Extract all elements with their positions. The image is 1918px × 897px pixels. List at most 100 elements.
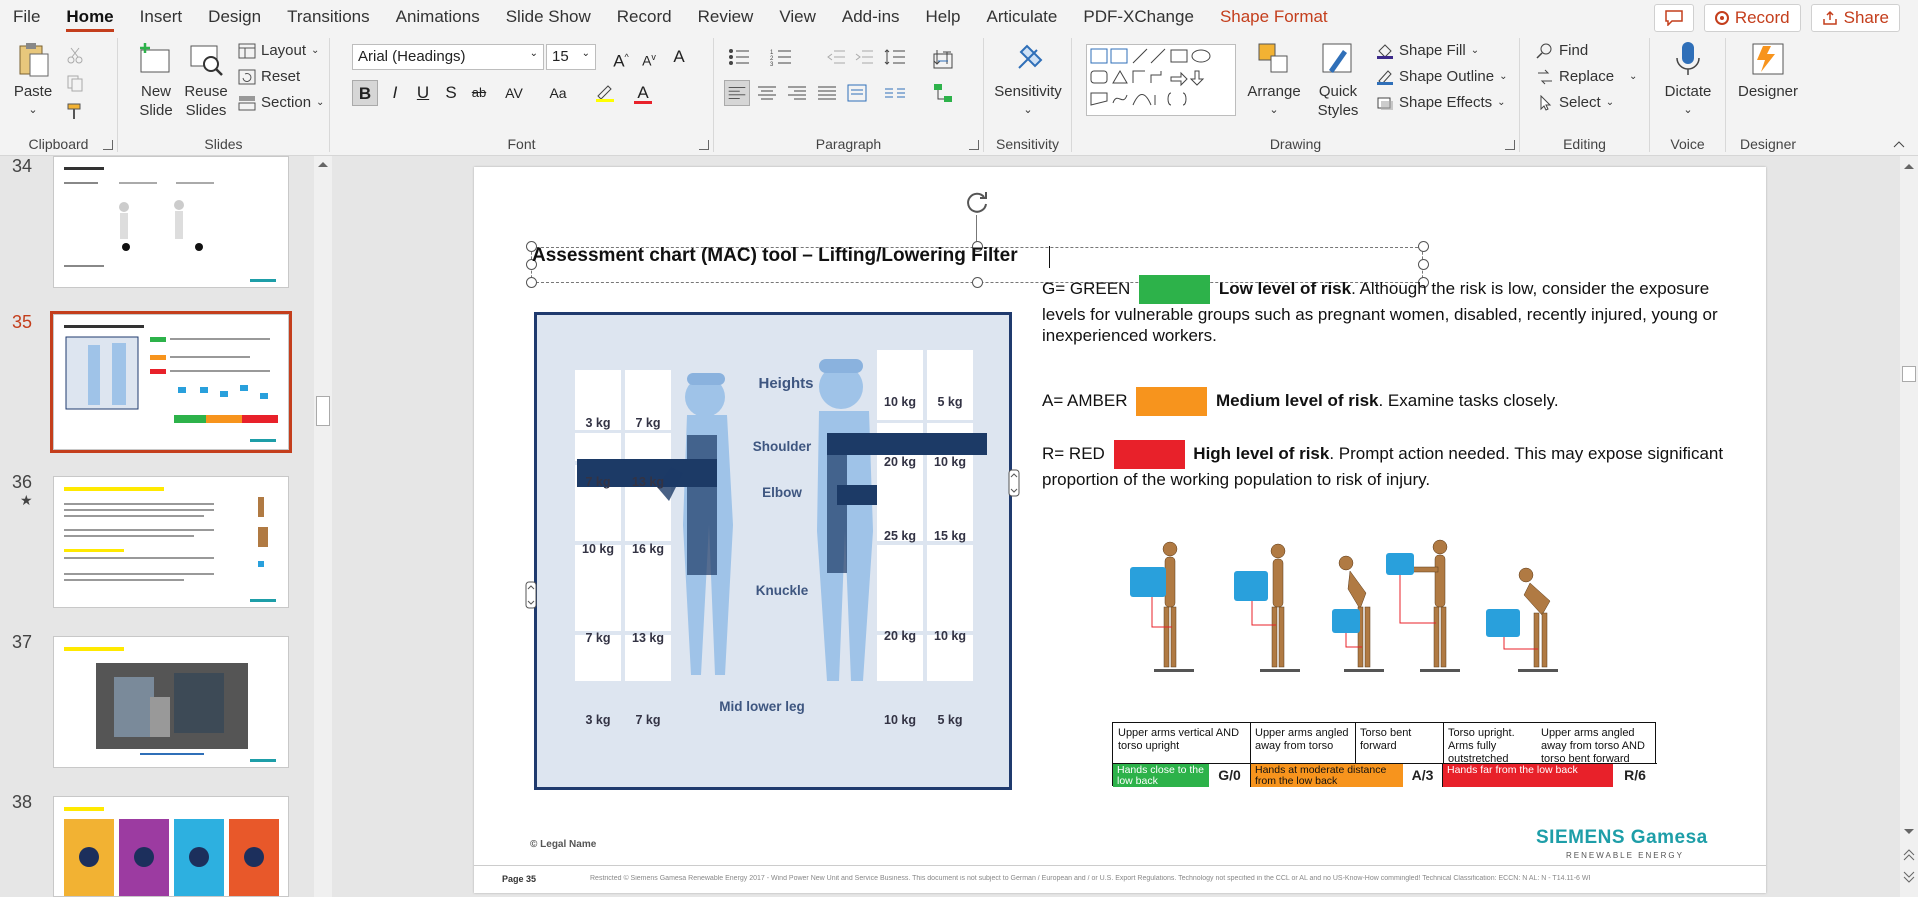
shape-fill-button[interactable]: Shape Fill ⌄ (1376, 42, 1479, 59)
numbering-icon[interactable]: 123 (770, 48, 792, 66)
slide-thumbnail-34[interactable] (53, 156, 289, 288)
columns-icon[interactable] (882, 80, 908, 106)
menu-file[interactable]: File (0, 0, 53, 34)
record-button[interactable]: Record (1703, 4, 1801, 32)
menu-slide-show[interactable]: Slide Show (493, 0, 604, 34)
next-slide-icon[interactable] (1903, 870, 1915, 884)
menu-help[interactable]: Help (913, 0, 974, 34)
align-text-icon[interactable] (932, 50, 954, 72)
share-button[interactable]: Share (1810, 4, 1900, 32)
slide-thumbnail-37[interactable] (53, 636, 289, 768)
bold-button[interactable]: B (352, 80, 378, 106)
shadow-button[interactable]: S (438, 80, 464, 106)
menu-insert[interactable]: Insert (127, 0, 196, 34)
copy-icon[interactable] (66, 74, 84, 92)
change-case-button[interactable]: Aa (540, 80, 576, 106)
menu-transitions[interactable]: Transitions (274, 0, 383, 34)
italic-button[interactable]: I (382, 80, 408, 106)
increase-font-size-button[interactable]: A^ (608, 44, 634, 71)
rotate-handle-icon[interactable] (964, 189, 990, 215)
align-left-icon[interactable] (724, 80, 750, 106)
font-launcher[interactable] (699, 140, 709, 150)
editor-vertical-scrollbar[interactable] (1900, 156, 1918, 897)
section-button[interactable]: Section ⌄ (238, 94, 324, 111)
scroll-down-icon[interactable] (1903, 828, 1915, 836)
editor-scroll-thumb[interactable] (1902, 366, 1916, 382)
layout-button[interactable]: Layout ⌄ (238, 42, 319, 59)
drawing-launcher[interactable] (1505, 140, 1515, 150)
previous-slide-icon[interactable] (1903, 848, 1915, 862)
comments-button[interactable] (1653, 4, 1694, 32)
shape-effects-button[interactable]: Shape Effects ⌄ (1376, 94, 1506, 111)
decrease-font-size-button[interactable]: Av (636, 44, 662, 70)
resize-handle[interactable] (972, 277, 983, 288)
justify-icon[interactable] (814, 80, 840, 106)
clear-formatting-icon[interactable]: A (666, 44, 692, 70)
arrange-button[interactable]: Arrange ⌄ (1244, 40, 1304, 120)
slide-thumbnail-36[interactable] (53, 476, 289, 608)
align-center-icon[interactable] (754, 80, 780, 106)
slide-title[interactable]: Assessment chart (MAC) tool – Lifting/Lo… (532, 245, 1018, 267)
menu-add-ins[interactable]: Add-ins (829, 0, 913, 34)
decrease-indent-icon[interactable] (826, 48, 846, 66)
menu-home[interactable]: Home (53, 0, 126, 34)
distributed-icon[interactable] (844, 80, 870, 106)
new-slide-button[interactable]: New Slide (130, 40, 182, 120)
menu-review[interactable]: Review (685, 0, 767, 34)
resize-handle[interactable] (1418, 259, 1429, 270)
underline-button[interactable]: U (410, 80, 436, 106)
resize-handle[interactable] (526, 277, 537, 288)
scroll-up-icon[interactable] (317, 160, 329, 168)
format-painter-icon[interactable] (66, 102, 84, 120)
clipboard-launcher[interactable] (103, 140, 113, 150)
slide-thumbnail-38[interactable] (53, 796, 289, 897)
line-spacing-icon[interactable] (884, 48, 906, 66)
paragraph-launcher[interactable] (969, 140, 979, 150)
font-size-combo[interactable]: 15 ⌄ (546, 44, 596, 70)
legend-amber[interactable]: A= AMBER Medium level of risk. Examine t… (1042, 387, 1742, 416)
designer-button[interactable]: Designer (1730, 40, 1806, 101)
smartart-icon[interactable] (932, 82, 954, 104)
increase-indent-icon[interactable] (854, 48, 874, 66)
posture-table[interactable]: Upper arms vertical AND torso upright Up… (1112, 722, 1657, 787)
paste-button[interactable]: Paste ⌄ (8, 40, 58, 120)
highlight-icon[interactable] (592, 80, 618, 106)
reset-button[interactable]: Reset (238, 68, 300, 85)
character-spacing-button[interactable]: AV (496, 80, 532, 106)
scroll-up-icon[interactable] (1903, 162, 1915, 170)
slide-thumbnail-35[interactable] (50, 311, 292, 453)
replace-button[interactable]: Replace ⌄ (1536, 68, 1637, 85)
shapes-gallery[interactable] (1086, 44, 1236, 116)
cut-icon[interactable] (66, 46, 84, 64)
thumbnail-scroll-thumb[interactable] (316, 396, 330, 426)
diagram-resize-handle[interactable] (1008, 469, 1020, 497)
strikethrough-button[interactable]: ab (466, 80, 492, 106)
font-name-combo[interactable]: Arial (Headings) ⌄ (352, 44, 544, 70)
dictate-button[interactable]: Dictate ⌄ (1654, 40, 1722, 120)
thumbnail-scrollbar[interactable] (314, 156, 332, 897)
menu-pdf-xchange[interactable]: PDF-XChange (1070, 0, 1207, 34)
menu-articulate[interactable]: Articulate (974, 0, 1071, 34)
diagram-resize-handle[interactable] (525, 581, 537, 609)
quick-styles-button[interactable]: Quick Styles (1308, 40, 1368, 120)
reuse-slides-button[interactable]: Reuse Slides (180, 40, 232, 120)
menu-animations[interactable]: Animations (383, 0, 493, 34)
slide-canvas[interactable]: Assessment chart (MAC) tool – Lifting/Lo… (474, 167, 1766, 893)
mac-heights-diagram[interactable]: Heights Shoulder Elbow Knuckle Mid lower… (534, 312, 1012, 790)
resize-handle[interactable] (1418, 241, 1429, 252)
posture-figures[interactable] (1114, 537, 1574, 687)
menu-shape-format[interactable]: Shape Format (1207, 0, 1341, 34)
menu-design[interactable]: Design (195, 0, 274, 34)
legend-green[interactable]: G= GREEN Low level of risk. Although the… (1042, 275, 1742, 346)
shape-outline-button[interactable]: Shape Outline ⌄ (1376, 68, 1507, 85)
align-right-icon[interactable] (784, 80, 810, 106)
find-button[interactable]: Find (1536, 42, 1588, 59)
font-color-button[interactable]: A (630, 80, 656, 106)
menu-record[interactable]: Record (604, 0, 685, 34)
bullets-icon[interactable] (728, 48, 750, 66)
legend-red[interactable]: R= RED High level of risk. Prompt action… (1042, 440, 1742, 490)
menu-view[interactable]: View (766, 0, 829, 34)
sensitivity-button[interactable]: Sensitivity ⌄ (988, 40, 1068, 120)
collapse-ribbon-icon[interactable] (1892, 139, 1906, 149)
select-button[interactable]: Select ⌄ (1536, 94, 1614, 111)
